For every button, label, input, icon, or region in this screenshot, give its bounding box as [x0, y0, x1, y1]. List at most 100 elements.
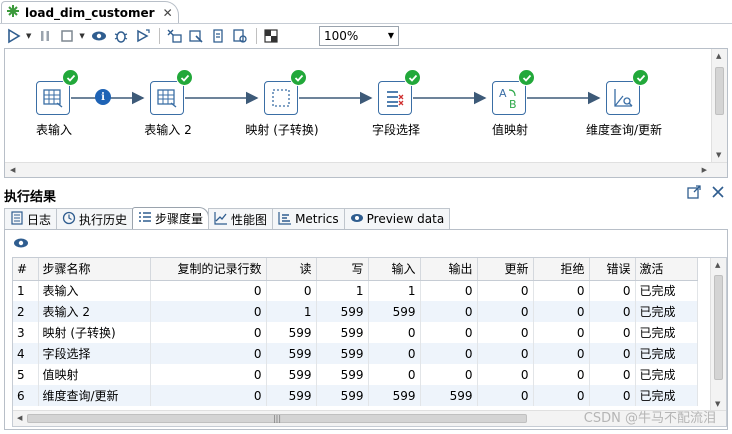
step-table-input-1[interactable]: 表输入	[0, 47, 114, 137]
table-cell: 1	[316, 280, 369, 301]
maximize-icon[interactable]	[686, 184, 702, 203]
scrollbar-thumb[interactable]: |||	[27, 414, 527, 423]
table-cell: 599	[420, 385, 478, 406]
table-cell: 1	[13, 280, 39, 301]
column-header[interactable]: 错误	[589, 258, 636, 281]
scroll-left-icon[interactable]: ◀	[17, 414, 22, 422]
transformation-canvas[interactable]: i 表输入 表输入 2 映射 (子转换) 字段选择 AB 值映射 维度查询/更新…	[4, 48, 728, 178]
pause-button[interactable]	[35, 26, 55, 46]
debug-icon[interactable]	[111, 26, 131, 46]
column-header[interactable]: 拒绝	[533, 258, 590, 281]
scrollbar-thumb[interactable]	[715, 67, 724, 115]
column-header[interactable]: 复制的记录行数	[150, 258, 267, 281]
table-cell: 已完成	[635, 322, 698, 343]
tab-log[interactable]: 日志	[4, 208, 58, 229]
preview-eye-icon	[350, 211, 367, 228]
canvas-horizontal-scrollbar[interactable]: ◀ ▶	[5, 162, 727, 177]
column-header[interactable]: 输出	[420, 258, 478, 281]
tab-step-metrics[interactable]: 步骤度量	[132, 207, 210, 229]
transformation-tab[interactable]: load_dim_customer ✕	[1, 1, 179, 23]
tab-history[interactable]: 执行历史	[56, 208, 134, 229]
step-metrics-panel: # 步骤名称 复制的记录行数读写输入 输出 更新 拒绝 错误 激活 1 表输入 0 0 1 1 0 0 0 0 已…	[4, 230, 728, 430]
table-cell: 0	[150, 364, 267, 385]
close-tab-icon[interactable]: ✕	[163, 6, 173, 20]
column-header[interactable]: 写	[316, 258, 369, 281]
scroll-down-icon[interactable]: ▼	[716, 151, 721, 159]
table-row[interactable]: 3 映射 (子转换) 0 599 599 0 0 0 0 0 已完成	[13, 322, 698, 343]
step-label: 维度查询/更新	[585, 123, 663, 137]
step-label: 值映射	[491, 123, 528, 137]
show-only-active-icon[interactable]	[13, 235, 29, 254]
step-value-mapper[interactable]: AB 值映射	[450, 47, 570, 137]
history-icon	[62, 211, 79, 228]
replay-icon[interactable]	[133, 26, 153, 46]
execution-results-title: 执行结果	[4, 190, 57, 205]
verify-icon[interactable]	[164, 26, 184, 46]
table-cell: 599	[316, 364, 369, 385]
toolbar-separator	[158, 27, 160, 44]
scroll-up-icon[interactable]: ▲	[715, 261, 720, 269]
step-table-input-2[interactable]: 表输入 2	[108, 47, 228, 137]
preview-icon[interactable]	[89, 26, 109, 46]
column-header[interactable]: 激活	[635, 258, 698, 281]
tab-performance-chart[interactable]: 性能图	[208, 208, 274, 229]
table-cell: 599	[316, 385, 369, 406]
tab-metrics[interactable]: Metrics	[272, 208, 345, 229]
table-row[interactable]: 5 值映射 0 599 599 0 0 0 0 0 已完成	[13, 364, 698, 385]
table-cell: 0	[420, 301, 478, 322]
table-cell: 6	[13, 385, 39, 406]
scroll-left-icon[interactable]: ◀	[10, 166, 15, 174]
run-dropdown-icon[interactable]: ▼	[26, 32, 31, 40]
column-header[interactable]: 读	[266, 258, 317, 281]
sql-icon[interactable]	[208, 26, 228, 46]
close-panel-icon[interactable]	[710, 184, 726, 203]
tab-label: 日志	[27, 212, 52, 227]
column-header[interactable]: 步骤名称	[38, 258, 151, 281]
step-label: 表输入	[35, 123, 72, 137]
table-cell: 1	[266, 301, 317, 322]
stop-button[interactable]	[57, 26, 77, 46]
dimension-lookup-icon	[606, 81, 640, 115]
zoom-select[interactable]: 100% ▼	[319, 26, 399, 46]
show-results-icon[interactable]	[261, 26, 281, 46]
column-header[interactable]: 更新	[477, 258, 534, 281]
table-row[interactable]: 4 字段选择 0 599 599 0 0 0 0 0 已完成	[13, 343, 698, 364]
table-cell: 已完成	[635, 364, 698, 385]
table-cell: 0	[589, 280, 636, 301]
stop-dropdown-icon[interactable]: ▼	[79, 32, 84, 40]
column-header[interactable]: 输入	[368, 258, 421, 281]
column-header[interactable]: #	[13, 258, 39, 281]
table-row[interactable]: 6 维度查询/更新 0 599 599 599 599 0 0 0 已完成	[13, 385, 698, 406]
tab-label: 执行历史	[79, 212, 128, 227]
zoom-value: 100%	[324, 29, 359, 43]
scrollbar-thumb[interactable]	[714, 275, 723, 380]
run-button[interactable]	[4, 26, 24, 46]
table-row[interactable]: 2 表输入 2 0 1 599 599 0 0 0 0 已完成	[13, 301, 698, 322]
table-cell: 0	[150, 343, 267, 364]
scroll-up-icon[interactable]: ▲	[716, 52, 721, 60]
table-cell: 0	[150, 322, 267, 343]
impact-icon[interactable]	[186, 26, 206, 46]
tab-preview-data[interactable]: Preview data	[343, 208, 451, 229]
table-cell: 599	[266, 322, 317, 343]
table-vertical-scrollbar[interactable]: ▲ ▼	[710, 258, 726, 411]
log-icon	[10, 210, 27, 228]
table-cell: 0	[533, 322, 590, 343]
table-cell: 值映射	[38, 364, 151, 385]
value-mapper-icon: AB	[492, 81, 526, 115]
step-mapping[interactable]: 映射 (子转换)	[222, 47, 342, 137]
table-cell: 0	[368, 343, 421, 364]
canvas-vertical-scrollbar[interactable]: ▲ ▼	[711, 49, 727, 162]
explore-db-icon[interactable]	[230, 26, 250, 46]
step-dimension-lookup[interactable]: 维度查询/更新	[564, 47, 684, 137]
table-cell: 0	[477, 385, 534, 406]
results-tabs: 日志 执行历史 步骤度量 性能图 Metrics Preview data	[4, 207, 728, 230]
table-row[interactable]: 1 表输入 0 0 1 1 0 0 0 0 已完成	[13, 280, 698, 301]
chevron-down-icon: ▼	[387, 31, 394, 40]
table-cell: 0	[533, 364, 590, 385]
table-cell: 599	[266, 343, 317, 364]
scroll-right-icon[interactable]: ▶	[702, 166, 707, 174]
performance-chart-icon	[214, 211, 231, 228]
step-select-values[interactable]: 字段选择	[336, 47, 456, 137]
tab-label: 性能图	[231, 212, 268, 227]
